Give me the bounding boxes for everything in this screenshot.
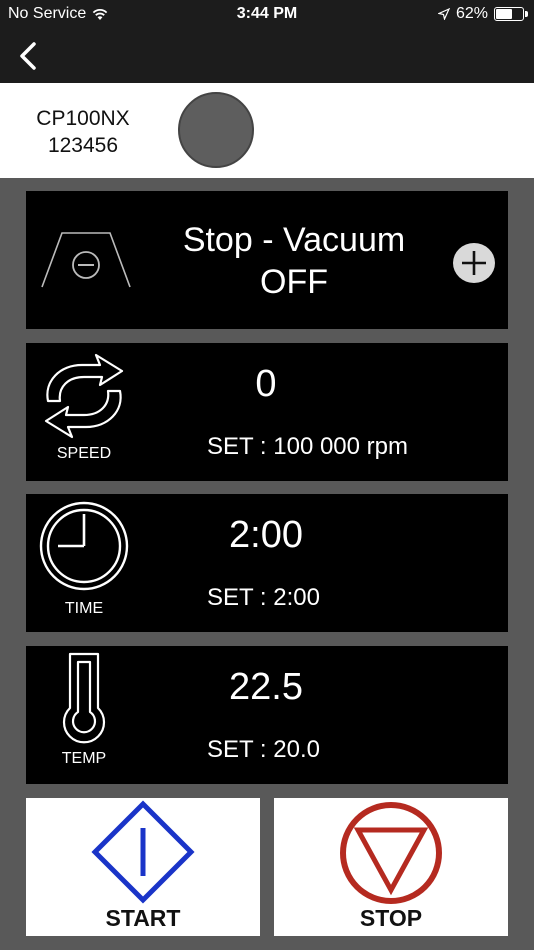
device-serial: 123456 (47, 134, 119, 157)
status-bar: No Service 3:44 PM 62% (0, 0, 534, 28)
stop-triangle-icon (340, 802, 442, 904)
device-header: CP100NX 123456 (0, 83, 534, 178)
vacuum-status-line1: Stop - Vacuum (182, 221, 406, 259)
start-button-label: START (105, 905, 181, 931)
device-model: CP100NX (36, 107, 130, 130)
nav-bar (0, 28, 534, 83)
start-button[interactable]: START (26, 798, 260, 936)
time-setpoint: SET : 2:00 (207, 584, 320, 611)
clock-icon (39, 501, 129, 591)
vacuum-panel: Stop - Vacuum OFF (26, 191, 508, 329)
battery-percent: 62% (455, 5, 488, 22)
location-arrow-icon (437, 8, 450, 20)
time-panel[interactable]: TIME 2:00 SET : 2:00 (26, 494, 508, 632)
time-label: TIME (64, 600, 104, 617)
start-diamond-icon (91, 800, 195, 904)
thermometer-icon (62, 652, 106, 744)
back-button[interactable] (10, 36, 46, 76)
speed-setpoint: SET : 100 000 rpm (207, 433, 408, 460)
plus-icon (462, 251, 486, 275)
vacuum-status: Stop - Vacuum OFF (146, 219, 442, 303)
speed-label: SPEED (56, 445, 112, 462)
speed-value: 0 (255, 363, 277, 405)
speed-rotation-icon (44, 353, 124, 439)
time-value: 2:00 (229, 514, 303, 556)
temp-value: 22.5 (229, 666, 303, 708)
chevron-left-icon (20, 42, 36, 70)
device-identity: CP100NX 123456 (20, 105, 146, 159)
vacuum-plus-button[interactable] (453, 243, 495, 283)
battery-fill (496, 9, 513, 19)
vacuum-status-line2: OFF (260, 263, 328, 301)
status-bar-right: 62% (437, 5, 528, 23)
temp-label: TEMP (61, 750, 107, 767)
battery-icon (494, 7, 528, 21)
temp-setpoint: SET : 20.0 (207, 736, 320, 763)
device-status-indicator (178, 92, 254, 168)
stop-button-label: STOP (359, 905, 423, 931)
stop-button[interactable]: STOP (274, 798, 508, 936)
temperature-panel[interactable]: TEMP 22.5 SET : 20.0 (26, 646, 508, 784)
vacuum-chamber-icon (41, 232, 131, 288)
speed-panel[interactable]: SPEED 0 SET : 100 000 rpm (26, 343, 508, 481)
